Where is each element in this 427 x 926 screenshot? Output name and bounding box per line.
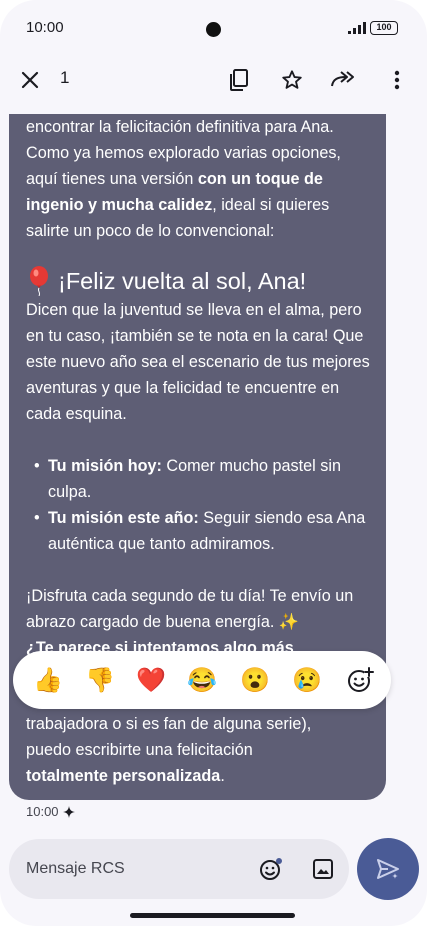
message-body: Dicen que la juventud se lleva en el alm… <box>26 301 370 423</box>
add-reaction-button[interactable] <box>343 663 377 697</box>
status-time: 10:00 <box>26 19 64 36</box>
balloon-icon <box>30 266 48 296</box>
heart-icon[interactable]: ❤️ <box>134 663 168 697</box>
message-intro: encontrar la felicitación definitiva par… <box>26 114 371 244</box>
star-icon <box>282 70 302 89</box>
copy-button[interactable] <box>219 60 259 100</box>
mission-label: Tu misión hoy: <box>48 457 162 475</box>
image-icon <box>313 859 333 879</box>
mission-label: Tu misión este año: <box>48 509 199 527</box>
after-end: . <box>220 767 225 785</box>
missions-list: Tu misión hoy: Comer mucho pastel sin cu… <box>26 453 371 557</box>
thumbs-up-icon[interactable]: 👍 <box>31 663 65 697</box>
surprised-icon[interactable]: 😮 <box>238 663 272 697</box>
message-input[interactable] <box>26 857 246 881</box>
list-item: Tu misión este año: Seguir siendo esa An… <box>26 505 371 557</box>
close-button[interactable] <box>10 60 50 100</box>
message-timestamp: 10:00 <box>26 804 75 819</box>
list-item: Tu misión hoy: Comer mucho pastel sin cu… <box>26 453 371 505</box>
star-button[interactable] <box>272 60 312 100</box>
home-indicator[interactable] <box>130 913 295 918</box>
selected-count: 1 <box>60 68 70 87</box>
heading-text: ¡Feliz vuelta al sol, Ana! <box>58 268 307 294</box>
send-icon <box>377 859 399 879</box>
thumbs-down-icon[interactable]: 👎 <box>83 663 117 697</box>
more-vert-icon <box>394 70 400 90</box>
more-options-button[interactable] <box>377 60 417 100</box>
laughing-icon[interactable]: 😂 <box>185 663 219 697</box>
ai-sparkle-icon <box>62 805 75 818</box>
emoji-icon <box>260 858 282 880</box>
reaction-picker: 👍 👎 ❤️ 😂 😮 😢 <box>13 651 391 709</box>
signal-icon <box>348 22 366 34</box>
copy-icon <box>230 69 248 91</box>
status-bar: 10:00 100 <box>0 0 427 56</box>
phone-screen: 10:00 100 1 encontrar la felicitación de… <box>0 0 427 926</box>
message-after: trabajadora o si es fan de alguna serie)… <box>26 711 371 789</box>
after-bold: totalmente personalizada <box>26 767 221 785</box>
after-line: trabajadora o si es fan de alguna serie)… <box>26 715 312 733</box>
close-icon <box>21 71 39 89</box>
emoji-button[interactable] <box>251 849 291 889</box>
timestamp-text: 10:00 <box>26 804 59 819</box>
forward-icon <box>331 71 354 87</box>
forward-button[interactable] <box>323 60 363 100</box>
after-line: puedo escribirte una felicitación <box>26 741 253 759</box>
selection-action-bar: 1 <box>0 56 427 104</box>
message-heading: ¡Feliz vuelta al sol, Ana! <box>26 266 371 296</box>
intro-line: encontrar la felicitación definitiva par… <box>26 118 334 136</box>
closing-text: ¡Disfruta cada segundo de tu día! Te env… <box>26 587 354 631</box>
add-reaction-icon <box>348 667 374 692</box>
sparkles-icon: ✨ <box>278 613 300 631</box>
battery-icon: 100 <box>370 21 398 35</box>
message-closing: ¡Disfruta cada segundo de tu día! Te env… <box>26 583 371 661</box>
send-button[interactable] <box>357 838 419 900</box>
sad-icon[interactable]: 😢 <box>290 663 324 697</box>
gallery-button[interactable] <box>303 849 343 889</box>
camera-cutout <box>206 22 221 37</box>
compose-bar <box>9 839 349 899</box>
